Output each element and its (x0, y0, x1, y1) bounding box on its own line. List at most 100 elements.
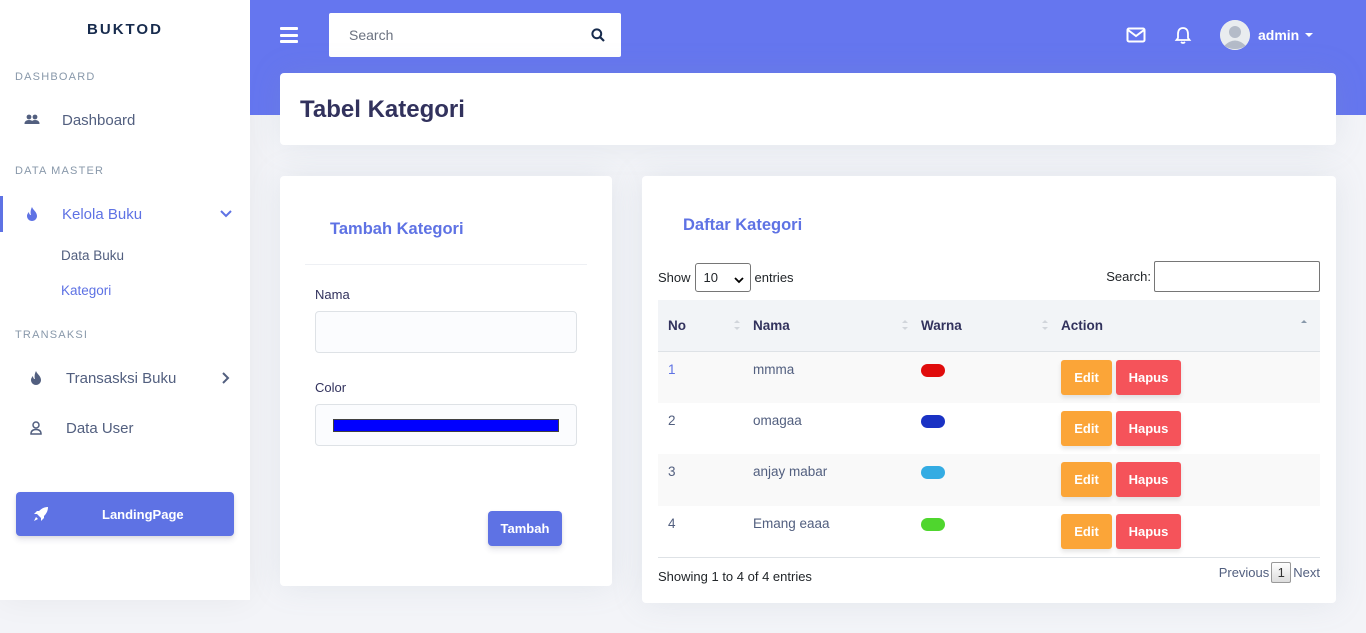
color-swatch (921, 363, 945, 377)
tambah-button[interactable]: Tambah (488, 511, 562, 546)
table-search-label: Search: (1106, 269, 1151, 284)
fire-icon (28, 370, 44, 386)
row-nama: omagaa (753, 412, 802, 428)
table-row: 2 omagaa Edit Hapus (658, 403, 1320, 455)
row-no: 2 (668, 412, 676, 428)
bell-icon[interactable] (1174, 26, 1194, 44)
row-warna (921, 506, 1061, 558)
row-warna (921, 403, 1061, 455)
envelope-icon[interactable] (1126, 26, 1146, 44)
landing-page-label: LandingPage (102, 506, 184, 522)
column-header-warna[interactable]: Warna (921, 300, 1061, 352)
column-header-nama[interactable]: Nama (753, 300, 921, 352)
row-nama: anjay mabar (753, 464, 828, 479)
table-info: Showing 1 to 4 of 4 entries (658, 569, 812, 584)
color-swatch (921, 517, 945, 531)
entries-select[interactable]: 10 (694, 263, 751, 292)
sort-icon (1300, 318, 1308, 332)
table-bottom-border (658, 557, 1320, 558)
sidebar-item-dashboard[interactable]: Dashboard (0, 102, 250, 138)
row-actions: Edit Hapus (1061, 506, 1320, 558)
entries-label: entries (754, 270, 794, 285)
section-heading-data-master: DATA MASTER (15, 165, 105, 177)
nama-label: Nama (315, 287, 350, 302)
color-field[interactable] (315, 404, 577, 446)
previous-page-button[interactable]: Previous (1219, 565, 1270, 580)
show-label: Show (658, 270, 691, 285)
row-actions: Edit Hapus (1061, 351, 1320, 403)
sidebar-item-kelola-buku[interactable]: Kelola Buku (0, 196, 250, 232)
entries-length-control: Show 10 entries (658, 263, 794, 292)
color-swatch (333, 419, 559, 432)
sidebar-item-label: Dashboard (62, 111, 136, 129)
search-input[interactable] (349, 13, 589, 57)
table-row: 4 Emang eaaa Edit Hapus (658, 506, 1320, 558)
page-1-button[interactable]: 1 (1271, 562, 1292, 583)
rocket-icon (32, 505, 50, 523)
entries-select-value: 10 (703, 270, 718, 285)
user-icon (28, 420, 44, 436)
page-title: Tabel Kategori (300, 96, 465, 123)
chevron-down-icon (733, 273, 744, 284)
sort-icon (1041, 318, 1049, 332)
sidebar-item-label: Data User (66, 419, 134, 437)
category-list-card: Daftar Kategori Show 10 entries Search: … (642, 176, 1336, 603)
column-header-no[interactable]: No (658, 300, 753, 352)
search-box (329, 13, 621, 57)
section-heading-transaksi: TRANSAKSI (15, 329, 89, 341)
edit-button[interactable]: Edit (1061, 513, 1112, 549)
fire-icon (24, 206, 40, 222)
category-table: No Nama Warna Action 1 mmma Edit Hapus 2 … (658, 300, 1320, 557)
color-swatch (921, 466, 945, 479)
color-swatch (921, 414, 945, 428)
nama-field[interactable] (315, 311, 577, 353)
chevron-down-icon (220, 208, 232, 220)
hapus-button[interactable]: Hapus (1116, 513, 1181, 549)
row-actions: Edit Hapus (1061, 454, 1320, 506)
sidebar-subitem-data-buku[interactable]: Data Buku (61, 248, 124, 263)
row-no: 3 (668, 464, 676, 479)
search-icon[interactable] (591, 28, 605, 42)
menu-toggle-icon[interactable] (280, 27, 298, 43)
list-title: Daftar Kategori (683, 216, 803, 234)
pagination: Previous 1 Next (1219, 562, 1320, 583)
column-header-action[interactable]: Action (1061, 300, 1320, 352)
sidebar-subitem-kategori[interactable]: Kategori (61, 283, 111, 298)
row-warna (921, 454, 1061, 506)
avatar (1220, 20, 1250, 50)
sidebar-item-data-user[interactable]: Data User (0, 410, 250, 446)
edit-button[interactable]: Edit (1061, 462, 1112, 498)
edit-button[interactable]: Edit (1061, 359, 1112, 395)
edit-button[interactable]: Edit (1061, 410, 1112, 446)
form-title: Tambah Kategori (330, 220, 464, 238)
users-icon (24, 112, 40, 128)
sidebar-item-label: Kelola Buku (62, 205, 143, 223)
chevron-right-icon (220, 372, 232, 384)
sidebar-item-label: Transasksi Buku (66, 369, 177, 387)
active-indicator (0, 196, 3, 232)
sort-icon (901, 318, 909, 332)
sort-icon (733, 318, 741, 332)
brand-logo[interactable]: BUKTOD (0, 0, 250, 58)
table-header-row: No Nama Warna Action (658, 300, 1320, 352)
table-row: 3 anjay mabar Edit Hapus (658, 454, 1320, 506)
add-category-card: Tambah Kategori Nama Color Tambah (280, 176, 612, 586)
table-search-input[interactable] (1154, 261, 1320, 292)
user-menu[interactable]: admin (1220, 20, 1314, 50)
user-name: admin (1258, 27, 1300, 43)
row-no: 4 (668, 515, 676, 531)
landing-page-button[interactable]: LandingPage (16, 492, 234, 536)
hapus-button[interactable]: Hapus (1116, 359, 1181, 395)
divider (305, 264, 587, 265)
sidebar: BUKTOD DASHBOARD Dashboard DATA MASTER K… (0, 0, 250, 600)
row-actions: Edit Hapus (1061, 403, 1320, 455)
table-search: Search: (1106, 261, 1320, 292)
row-warna (921, 351, 1061, 403)
row-nama: mmma (753, 361, 795, 377)
sidebar-item-transaksi-buku[interactable]: Transasksi Buku (0, 360, 250, 396)
hapus-button[interactable]: Hapus (1116, 410, 1181, 446)
caret-down-icon (1305, 33, 1314, 37)
hapus-button[interactable]: Hapus (1116, 462, 1181, 498)
page-header-card: Tabel Kategori (280, 73, 1336, 145)
next-page-button[interactable]: Next (1293, 565, 1320, 580)
